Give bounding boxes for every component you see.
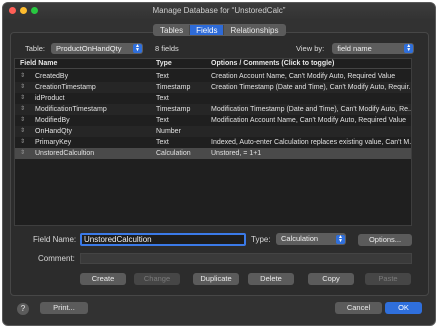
field-name-cell: ModifiedBy (35, 117, 70, 124)
tab-relationships[interactable]: Relationships (224, 25, 284, 35)
view-by-row: View by: field name ▲ ▼ (296, 42, 415, 54)
view-by-popup[interactable]: field name ▲ ▼ (332, 42, 415, 54)
print-button[interactable]: Print... (40, 302, 88, 314)
table-row[interactable]: ⇕ CreationTimestamp Timestamp Creation T… (15, 82, 411, 93)
type-popup[interactable]: Calculation ▲ ▼ (276, 233, 346, 245)
duplicate-button[interactable]: Duplicate (193, 273, 239, 285)
field-options-cell: Creation Timestamp (Date and Time), Can'… (211, 84, 411, 91)
field-name-cell: CreationTimestamp (35, 84, 96, 91)
field-name-cell: idProduct (35, 95, 65, 102)
field-name-cell: OnHandQty (35, 128, 72, 135)
table-popup-value: ProductOnHandQty (56, 43, 122, 53)
row-drag-handle-icon[interactable]: ⇕ (20, 115, 25, 126)
table-row[interactable]: ⇕ OnHandQty Number (15, 126, 411, 137)
title-bar: Manage Database for “UnstoredCalc” (3, 3, 435, 19)
row-drag-handle-icon[interactable]: ⇕ (20, 137, 25, 148)
popup-arrows-icon: ▲ ▼ (404, 43, 414, 53)
column-header-type[interactable]: Type (156, 60, 172, 67)
field-name-cell: PrimaryKey (35, 139, 72, 146)
field-type-cell: Text (156, 117, 169, 124)
table-selector-row: Table: ProductOnHandQty ▲ ▼ 8 fields (25, 42, 179, 54)
options-button[interactable]: Options... (358, 234, 412, 246)
field-count: 8 fields (155, 43, 179, 53)
table-row[interactable]: ⇕ ModifiedBy Text Modification Account N… (15, 115, 411, 126)
ok-button[interactable]: OK (385, 302, 422, 314)
row-drag-handle-icon[interactable]: ⇕ (20, 71, 25, 82)
comment-label: Comment: (38, 254, 75, 263)
table-row[interactable]: ⇕ idProduct Text (15, 93, 411, 104)
field-type-cell: Text (156, 73, 169, 80)
field-type-cell: Text (156, 95, 169, 102)
field-options-cell: Creation Account Name, Can't Modify Auto… (211, 73, 396, 80)
popup-arrows-icon: ▲ ▼ (336, 234, 345, 244)
field-options-cell: Modification Timestamp (Date and Time), … (211, 106, 411, 113)
window-title: Manage Database for “UnstoredCalc” (152, 6, 286, 15)
type-popup-value: Calculation (281, 234, 319, 243)
field-name-cell: CreatedBy (35, 73, 69, 80)
delete-button[interactable]: Delete (248, 273, 294, 285)
change-button[interactable]: Change (134, 273, 180, 285)
row-drag-handle-icon[interactable]: ⇕ (20, 148, 25, 159)
row-drag-handle-icon[interactable]: ⇕ (20, 93, 25, 104)
tab-tables[interactable]: Tables (154, 25, 191, 35)
field-type-cell: Number (156, 128, 181, 135)
field-type-cell: Text (156, 139, 169, 146)
column-header-options[interactable]: Options / Comments (Click to toggle) (211, 60, 334, 67)
table-row[interactable]: ⇕ PrimaryKey Text Indexed, Auto-enter Ca… (15, 137, 411, 148)
table-row[interactable]: ⇕ CreatedBy Text Creation Account Name, … (15, 71, 411, 82)
popup-arrows-icon: ▲ ▼ (133, 43, 143, 53)
help-icon[interactable]: ? (17, 303, 29, 315)
table-popup[interactable]: ProductOnHandQty ▲ ▼ (51, 42, 144, 54)
view-by-popup-value: field name (337, 43, 372, 53)
table-label: Table: (25, 43, 46, 53)
view-by-label: View by: (296, 43, 325, 53)
field-options-cell: Unstored, = 1+1 (211, 150, 262, 157)
field-options-cell: Indexed, Auto-enter Calculation replaces… (211, 139, 411, 146)
create-button[interactable]: Create (80, 273, 126, 285)
comment-input[interactable] (80, 253, 412, 264)
field-options-cell: Modification Account Name, Can't Modify … (211, 117, 406, 124)
manage-database-dialog: Manage Database for “UnstoredCalc” Table… (2, 2, 436, 326)
field-type-cell: Timestamp (156, 84, 191, 91)
cancel-button[interactable]: Cancel (335, 302, 382, 314)
copy-button[interactable]: Copy (308, 273, 354, 285)
table-row[interactable]: ⇕ ModificationTimestamp Timestamp Modifi… (15, 104, 411, 115)
field-name-label: Field Name: (33, 235, 77, 244)
row-drag-handle-icon[interactable]: ⇕ (20, 104, 25, 115)
field-name-cell: UnstoredCalcultion (35, 150, 95, 157)
column-header-field-name[interactable]: Field Name (20, 60, 57, 67)
table-row-selected[interactable]: ⇕ UnstoredCalcultion Calculation Unstore… (15, 148, 411, 159)
field-type-cell: Timestamp (156, 106, 191, 113)
field-name-cell: ModificationTimestamp (35, 106, 107, 113)
field-type-cell: Calculation (156, 150, 191, 157)
paste-button[interactable]: Paste (365, 273, 411, 285)
row-drag-handle-icon[interactable]: ⇕ (20, 82, 25, 93)
type-label: Type: (251, 235, 271, 244)
field-name-input[interactable] (80, 233, 246, 246)
table-header: Field Name Type Options / Comments (Clic… (15, 59, 411, 69)
fields-table: Field Name Type Options / Comments (Clic… (14, 58, 412, 226)
row-drag-handle-icon[interactable]: ⇕ (20, 126, 25, 137)
tab-bar: Tables Fields Relationships (153, 24, 286, 36)
tab-fields[interactable]: Fields (190, 25, 225, 35)
